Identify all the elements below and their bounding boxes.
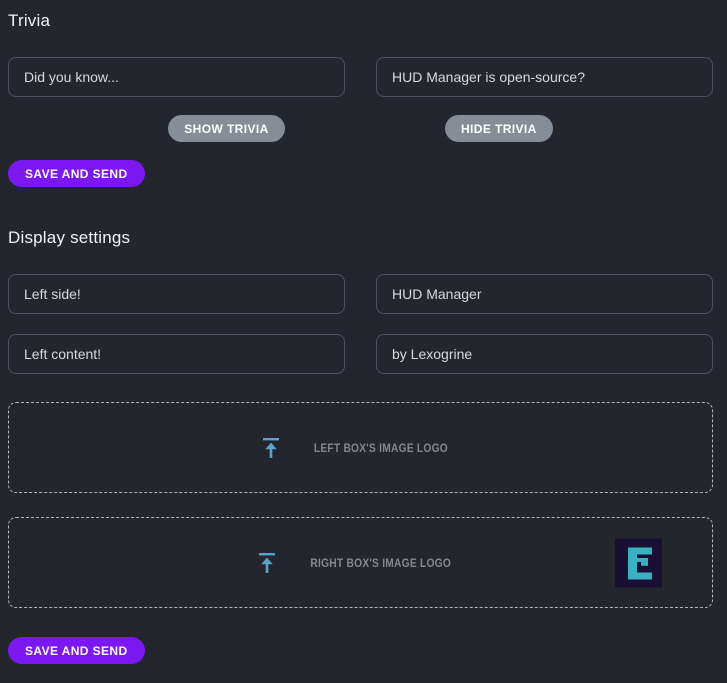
- right-box-logo-dropzone[interactable]: RIGHT BOX'S IMAGE LOGO: [8, 517, 713, 608]
- right-box-logo-label: RIGHT BOX'S IMAGE LOGO: [310, 556, 451, 570]
- left-box-logo-dropzone[interactable]: LEFT BOX'S IMAGE LOGO: [8, 402, 713, 493]
- upload-icon: [262, 438, 280, 458]
- display-settings-inputs: [8, 274, 713, 374]
- settings-page: Trivia SHOW TRIVIA HIDE TRIVIA SAVE AND …: [0, 0, 727, 664]
- right-content-input[interactable]: [376, 334, 713, 374]
- left-content-input[interactable]: [8, 334, 345, 374]
- trivia-section-title: Trivia: [8, 10, 713, 32]
- left-side-input[interactable]: [8, 274, 345, 314]
- trivia-question-input[interactable]: [8, 57, 345, 97]
- display-save-and-send-button[interactable]: SAVE AND SEND: [8, 637, 145, 664]
- trivia-answer-input[interactable]: [376, 57, 713, 97]
- hide-trivia-button[interactable]: HIDE TRIVIA: [445, 115, 553, 142]
- show-trivia-button[interactable]: SHOW TRIVIA: [168, 115, 284, 142]
- right-box-logo-preview-image: [615, 538, 662, 587]
- upload-icon: [258, 553, 276, 573]
- trivia-inputs-row: [8, 57, 713, 97]
- right-side-input[interactable]: [376, 274, 713, 314]
- left-box-logo-label: LEFT BOX'S IMAGE LOGO: [313, 441, 447, 455]
- trivia-buttons-row: SHOW TRIVIA HIDE TRIVIA: [8, 115, 713, 142]
- trivia-save-and-send-button[interactable]: SAVE AND SEND: [8, 160, 145, 187]
- display-settings-section-title: Display settings: [8, 227, 713, 249]
